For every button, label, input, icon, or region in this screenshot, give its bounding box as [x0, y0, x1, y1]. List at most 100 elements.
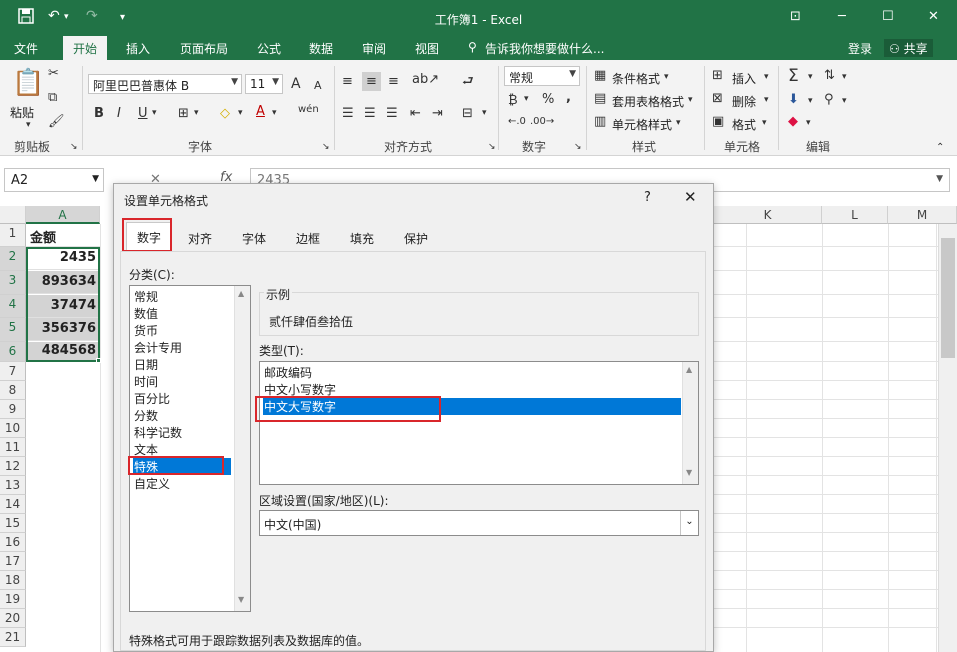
close-dialog-button[interactable]: ✕: [684, 188, 697, 206]
row-header[interactable]: 7: [0, 362, 26, 381]
number-format-select[interactable]: 常规 ▼: [504, 66, 580, 86]
sort-filter-dropdown-icon[interactable]: ▾: [842, 72, 847, 82]
dialog-tab-protection[interactable]: 保护: [394, 224, 438, 250]
paste-button[interactable]: 粘贴: [10, 104, 34, 121]
copy-icon[interactable]: ⧉: [48, 90, 57, 105]
row-header[interactable]: 3: [0, 271, 26, 295]
conditional-formatting-button[interactable]: 条件格式: [612, 70, 660, 87]
orientation-icon[interactable]: ab↗: [412, 72, 439, 87]
category-list[interactable]: 常规 数值 货币 会计专用 日期 时间 百分比 分数 科学记数 文本 特殊 自定…: [129, 285, 251, 612]
format-as-table-icon[interactable]: ▤: [594, 91, 606, 106]
align-bottom-icon[interactable]: ≡: [388, 74, 399, 89]
tab-page-layout[interactable]: 页面布局: [180, 40, 228, 57]
row-header[interactable]: 2: [0, 247, 26, 271]
fill-color-dropdown-icon[interactable]: ▾: [238, 108, 243, 118]
row-header[interactable]: 19: [0, 590, 26, 609]
cut-icon[interactable]: ✂: [48, 66, 59, 81]
column-header-a[interactable]: A: [26, 206, 100, 224]
row-header[interactable]: 5: [0, 318, 26, 342]
chevron-down-icon[interactable]: ▾: [764, 72, 769, 82]
font-color-icon[interactable]: A: [256, 104, 265, 119]
list-item[interactable]: 时间: [133, 373, 158, 390]
scroll-up-icon[interactable]: ▲: [686, 365, 692, 374]
insert-cells-icon[interactable]: ⊞: [712, 68, 723, 83]
autosum-icon[interactable]: Σ: [788, 66, 799, 86]
borders-icon[interactable]: ⊞: [178, 106, 189, 121]
row-header[interactable]: 4: [0, 295, 26, 318]
dialog-tab-alignment[interactable]: 对齐: [178, 224, 222, 250]
row-header[interactable]: 16: [0, 533, 26, 552]
merge-center-icon[interactable]: ⊟: [462, 106, 473, 121]
row-header[interactable]: 14: [0, 495, 26, 514]
tell-me-search[interactable]: 告诉我你想要做什么...: [485, 40, 604, 57]
collapse-ribbon-icon[interactable]: ⌃: [936, 142, 944, 153]
vertical-scrollbar[interactable]: [938, 224, 957, 652]
scrollbar-thumb[interactable]: [941, 238, 955, 358]
format-painter-icon[interactable]: 🖌: [48, 114, 65, 129]
tab-data[interactable]: 数据: [309, 40, 333, 57]
ribbon-display-icon[interactable]: ⊡: [790, 9, 801, 24]
name-box[interactable]: A2 ▼: [4, 168, 104, 192]
align-middle-icon[interactable]: ≡: [362, 72, 381, 91]
percent-style-button[interactable]: %: [542, 92, 554, 107]
tab-file[interactable]: 文件: [14, 40, 38, 57]
category-scrollbar[interactable]: ▲ ▼: [234, 286, 250, 611]
clear-icon[interactable]: ◆: [788, 114, 798, 129]
fill-handle[interactable]: [96, 358, 101, 363]
grow-font-button[interactable]: A: [291, 76, 301, 92]
delete-cells-button[interactable]: 删除: [732, 93, 756, 110]
list-item[interactable]: 百分比: [133, 390, 170, 407]
row-header[interactable]: 10: [0, 419, 26, 438]
font-name-select[interactable]: 阿里巴巴普惠体 B ▼: [88, 74, 242, 94]
shrink-font-button[interactable]: A: [314, 79, 322, 92]
format-as-table-button[interactable]: 套用表格格式: [612, 93, 684, 110]
align-top-icon[interactable]: ≡: [342, 74, 353, 89]
format-cells-icon[interactable]: ▣: [712, 114, 724, 129]
clipboard-launcher-icon[interactable]: ↘: [70, 142, 78, 152]
comma-style-button[interactable]: ,: [566, 90, 571, 105]
tab-insert[interactable]: 插入: [126, 40, 150, 57]
maximize-icon[interactable]: ☐: [882, 9, 894, 24]
list-item[interactable]: 自定义: [133, 475, 170, 492]
merge-dropdown-icon[interactable]: ▾: [482, 108, 487, 118]
row-header[interactable]: 11: [0, 438, 26, 457]
find-select-dropdown-icon[interactable]: ▾: [842, 96, 847, 106]
increase-decimal-icon[interactable]: ←.0: [508, 116, 526, 127]
tab-home[interactable]: 开始: [63, 36, 108, 60]
align-left-icon[interactable]: ☰: [342, 106, 354, 121]
list-item[interactable]: 分数: [133, 407, 158, 424]
borders-dropdown-icon[interactable]: ▾: [194, 108, 199, 118]
list-item[interactable]: 数值: [133, 305, 158, 322]
fill-icon[interactable]: ⬇: [788, 92, 799, 107]
list-item[interactable]: 科学记数: [133, 424, 182, 441]
underline-dropdown-icon[interactable]: ▾: [152, 108, 157, 118]
minimize-icon[interactable]: ─: [838, 9, 846, 24]
cell-a1[interactable]: 金额: [26, 224, 100, 247]
chevron-down-icon[interactable]: ▾: [764, 95, 769, 105]
format-cells-button[interactable]: 格式: [732, 116, 756, 133]
conditional-formatting-icon[interactable]: ▦: [594, 68, 606, 83]
dialog-tab-fill[interactable]: 填充: [340, 224, 384, 250]
type-scrollbar[interactable]: ▲ ▼: [682, 362, 698, 484]
cell-styles-icon[interactable]: ▥: [594, 114, 606, 129]
tab-formulas[interactable]: 公式: [257, 40, 281, 57]
bold-button[interactable]: B: [94, 106, 104, 121]
column-header-m[interactable]: M: [888, 206, 957, 224]
alignment-launcher-icon[interactable]: ↘: [488, 142, 496, 152]
row-header[interactable]: 6: [0, 342, 26, 362]
locale-select[interactable]: 中文(中国) ⌄: [259, 510, 699, 536]
login-link[interactable]: 登录: [848, 40, 872, 57]
paste-dropdown-icon[interactable]: ▾: [26, 120, 31, 130]
font-launcher-icon[interactable]: ↘: [322, 142, 330, 152]
scroll-down-icon[interactable]: ▼: [238, 595, 244, 604]
scroll-down-icon[interactable]: ▼: [686, 468, 692, 477]
wrap-text-icon[interactable]: ⮐: [462, 72, 474, 94]
fill-color-icon[interactable]: ◇: [220, 106, 230, 121]
increase-indent-icon[interactable]: ⇥: [432, 106, 443, 121]
find-select-icon[interactable]: ⚲: [824, 92, 834, 107]
list-item[interactable]: 会计专用: [133, 339, 182, 356]
row-header[interactable]: 18: [0, 571, 26, 590]
chevron-down-icon[interactable]: ▾: [664, 72, 669, 82]
list-item[interactable]: 邮政编码: [263, 364, 312, 381]
insert-cells-button[interactable]: 插入: [732, 70, 756, 87]
